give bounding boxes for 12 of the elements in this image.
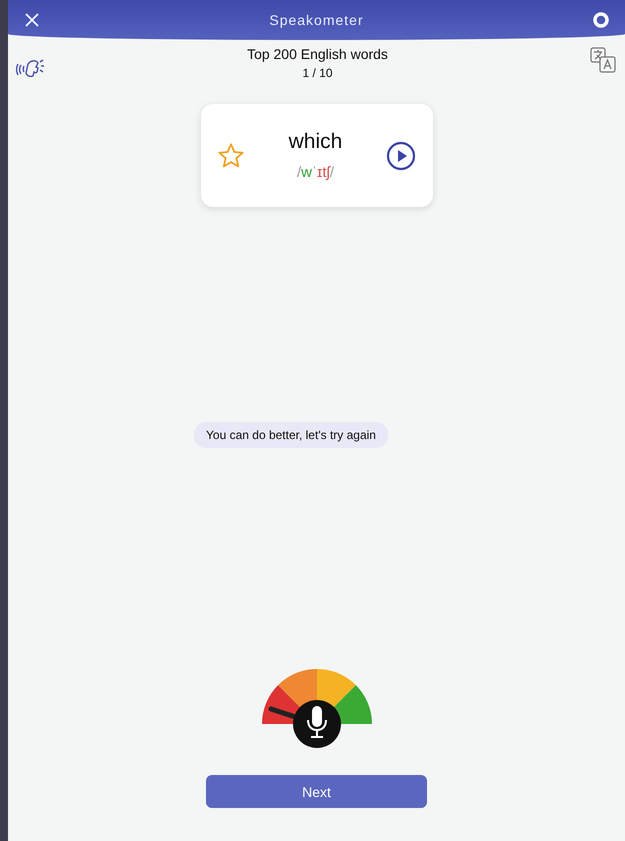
play-icon[interactable] xyxy=(386,140,416,170)
translate-icon[interactable] xyxy=(589,46,617,74)
close-icon[interactable] xyxy=(24,12,40,28)
record-icon[interactable] xyxy=(593,12,609,28)
next-button[interactable]: Next xyxy=(206,775,427,808)
progress-counter: 1 / 10 xyxy=(302,66,333,80)
feedback-bubble: You can do better, let's try again xyxy=(194,422,388,448)
phonetic-transcription: /wˈɪtʃ/ xyxy=(296,164,334,181)
star-icon[interactable] xyxy=(216,142,244,170)
lesson-title: Top 200 English words xyxy=(247,46,388,62)
app-title: Speakometer xyxy=(269,12,364,28)
word-text: which xyxy=(288,130,342,154)
